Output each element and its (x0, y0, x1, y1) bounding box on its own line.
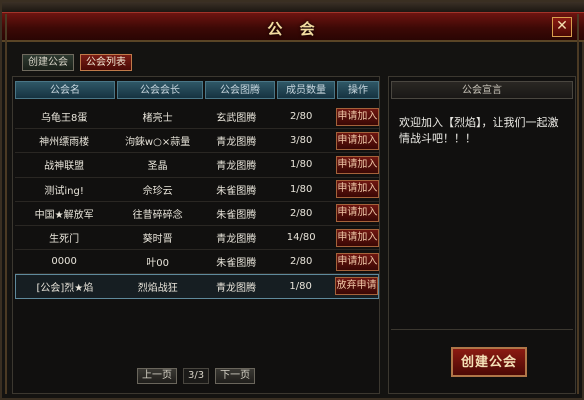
members-cell: 3/80 (289, 135, 313, 147)
members-cell: 14/80 (286, 232, 316, 244)
column-header-action: 操作 (337, 81, 379, 99)
apply-join-button[interactable]: 申请加入 (335, 107, 379, 126)
column-header-guild-name: 公会名 (15, 81, 115, 99)
totem-cell: 青龙图腾 (216, 161, 257, 173)
apply-join-button[interactable]: 申请加入 (335, 131, 379, 150)
pagination: 上一页 3/3 下一页 (137, 368, 256, 384)
table-row[interactable]: 生死门 葵时晋 青龙图腾 14/80 申请加入 (15, 226, 379, 251)
guild-name-cell: 战神联盟 (44, 161, 85, 173)
totem-cell: 朱雀图腾 (216, 209, 257, 221)
leader-cell: 葵时晋 (142, 234, 173, 246)
guild-name-cell: 神州缥雨楼 (39, 137, 90, 149)
prev-page-button[interactable]: 上一页 (137, 368, 177, 384)
totem-cell: 朱雀图腾 (216, 258, 257, 270)
tab-guild-list[interactable]: 公会列表 (80, 54, 132, 71)
members-cell: 2/80 (289, 256, 313, 268)
create-guild-button[interactable]: 创建公会 (451, 347, 527, 377)
guild-list-panel: 公会名 公会会长 公会图腾 成员数量 操作 乌龟王8蛋 楮亮士 玄武图腾 2/80 申请… (12, 76, 380, 394)
announcement-header: 公会宣言 (391, 81, 573, 99)
leader-cell: 佘珍云 (142, 185, 173, 197)
announcement-divider (391, 329, 573, 330)
announcement-text: 欢迎加入【烈焰】，让我们一起激情战斗吧！！！ (399, 116, 559, 145)
table-row[interactable]: [公会]烈★焰 烈焰战狂 青龙图腾 1/80 放弃申请 (15, 274, 379, 299)
cancel-application-button[interactable]: 放弃申请 (334, 277, 378, 296)
totem-cell: 青龙图腾 (216, 137, 257, 149)
guild-table-body: 乌龟王8蛋 楮亮士 玄武图腾 2/80 申请加入 神州缥雨楼 泃錸w○×蒜量 青龙图腾 3/80… (15, 105, 379, 299)
leader-cell: 叶00 (146, 258, 169, 270)
window-title: 公 会 (267, 20, 321, 38)
guild-name-cell: 生死门 (49, 234, 80, 246)
members-cell: 1/80 (289, 280, 312, 292)
members-cell: 2/80 (289, 111, 313, 123)
guild-name-cell: 测试ing! (44, 185, 84, 197)
table-row[interactable]: 神州缥雨楼 泃錸w○×蒜量 青龙图腾 3/80 申请加入 (15, 129, 379, 154)
leader-cell: 圣晶 (147, 161, 168, 173)
window-top-strip (2, 2, 584, 12)
apply-join-button[interactable]: 申请加入 (335, 228, 379, 247)
totem-cell: 青龙图腾 (216, 282, 257, 294)
members-cell: 1/80 (289, 183, 313, 195)
column-header-leader: 公会会长 (117, 81, 203, 99)
title-bar[interactable]: 公 会 (2, 12, 584, 42)
table-row[interactable]: 乌龟王8蛋 楮亮士 玄武图腾 2/80 申请加入 (15, 105, 379, 130)
members-cell: 2/80 (289, 207, 313, 219)
leader-cell: 楮亮士 (142, 113, 173, 125)
next-page-button[interactable]: 下一页 (215, 368, 256, 384)
totem-cell: 玄武图腾 (216, 113, 257, 125)
totem-cell: 青龙图腾 (216, 234, 257, 246)
apply-join-button[interactable]: 申请加入 (335, 180, 379, 199)
guild-name-cell: 0000 (51, 256, 77, 268)
tab-create-guild[interactable]: 创建公会 (22, 54, 74, 71)
guild-name-cell: 中国★解放军 (34, 209, 94, 221)
table-row[interactable]: 测试ing! 佘珍云 朱雀图腾 1/80 申请加入 (15, 178, 379, 202)
page-indicator: 3/3 (183, 368, 210, 384)
tab-bar: 创建公会 公会列表 (22, 54, 132, 72)
leader-cell: 往昔碎碎念 (132, 209, 183, 221)
totem-cell: 朱雀图腾 (216, 185, 257, 197)
guild-name-cell: 乌龟王8蛋 (40, 113, 88, 125)
leader-cell: 泃錸w○×蒜量 (124, 137, 191, 149)
table-row[interactable]: 中国★解放军 往昔碎碎念 朱雀图腾 2/80 申请加入 (15, 202, 379, 226)
table-header: 公会名 公会会长 公会图腾 成员数量 操作 (15, 81, 379, 99)
table-row[interactable]: 战神联盟 圣晶 青龙图腾 1/80 申请加入 (15, 153, 379, 178)
apply-join-button[interactable]: 申请加入 (335, 204, 379, 223)
apply-join-button[interactable]: 申请加入 (335, 155, 379, 174)
column-header-members: 成员数量 (277, 81, 335, 99)
members-cell: 1/80 (289, 159, 313, 171)
table-row[interactable]: 0000 叶00 朱雀图腾 2/80 申请加入 (15, 250, 379, 275)
guild-name-cell: [公会]烈★焰 (36, 282, 94, 294)
apply-join-button[interactable]: 申请加入 (335, 252, 379, 271)
column-header-totem: 公会图腾 (205, 81, 275, 99)
leader-cell: 烈焰战狂 (137, 282, 178, 294)
announcement-panel: 公会宣言 欢迎加入【烈焰】，让我们一起激情战斗吧！！！ 创建公会 (388, 76, 576, 394)
guild-window: 公 会 ✕ 创建公会 公会列表 公会名 公会会长 公会图腾 成员数量 操作 乌龟… (0, 0, 584, 400)
